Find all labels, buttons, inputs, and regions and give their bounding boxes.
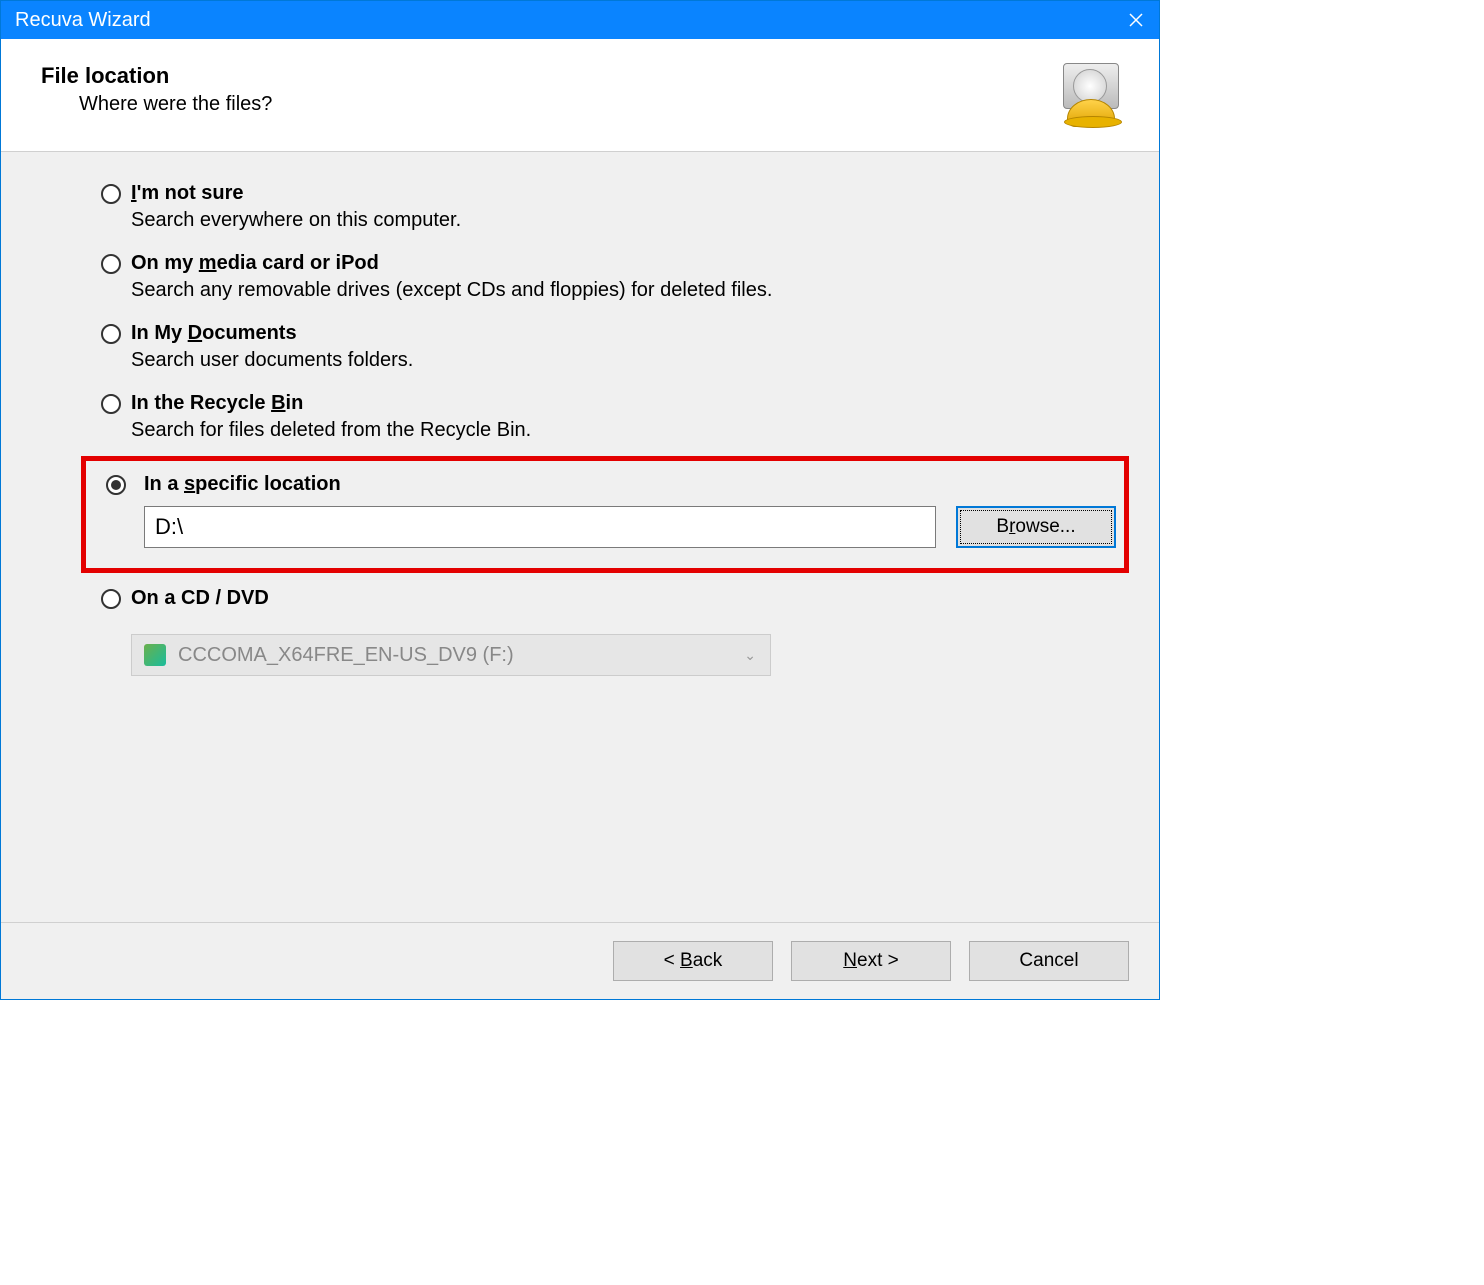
option-recycle[interactable]: In the Recycle Bin Search for files dele…: [31, 386, 1129, 456]
option-media-desc: Search any removable drives (except CDs …: [131, 279, 1129, 302]
close-button[interactable]: [1113, 1, 1159, 39]
content-area: I'm not sure Search everywhere on this c…: [1, 152, 1159, 922]
footer: < Back Next > Cancel: [1, 922, 1159, 999]
app-icon: [1059, 63, 1129, 133]
wizard-window: Recuva Wizard File location Where were t…: [0, 0, 1160, 1000]
radio-specific[interactable]: [106, 475, 126, 495]
disc-icon: [144, 644, 166, 666]
path-row: Browse...: [144, 506, 1116, 548]
option-not-sure[interactable]: I'm not sure Search everywhere on this c…: [31, 176, 1129, 246]
header-text: File location Where were the files?: [41, 63, 272, 116]
wizard-header: File location Where were the files?: [1, 39, 1159, 152]
option-media[interactable]: On my media card or iPod Search any remo…: [31, 246, 1129, 316]
option-media-label: On my media card or iPod: [131, 252, 1129, 275]
option-recycle-desc: Search for files deleted from the Recycl…: [131, 419, 1129, 442]
window-title: Recuva Wizard: [15, 9, 151, 32]
next-button[interactable]: Next >: [791, 941, 951, 981]
drive-combo[interactable]: CCCOMA_X64FRE_EN-US_DV9 (F:) ⌄: [131, 634, 771, 676]
highlight-box: In a specific location Browse...: [81, 456, 1129, 573]
option-cd[interactable]: On a CD / DVD: [31, 581, 1129, 624]
radio-not-sure[interactable]: [101, 184, 121, 204]
browse-button[interactable]: Browse...: [956, 506, 1116, 548]
option-documents-label: In My Documents: [131, 322, 1129, 345]
option-cd-label: On a CD / DVD: [131, 587, 1129, 610]
option-specific-label: In a specific location: [144, 473, 1116, 496]
option-specific[interactable]: In a specific location Browse...: [94, 467, 1116, 552]
radio-media[interactable]: [101, 254, 121, 274]
chevron-down-icon: ⌄: [744, 647, 756, 664]
back-button[interactable]: < Back: [613, 941, 773, 981]
titlebar: Recuva Wizard: [1, 1, 1159, 39]
option-documents[interactable]: In My Documents Search user documents fo…: [31, 316, 1129, 386]
option-not-sure-desc: Search everywhere on this computer.: [131, 209, 1129, 232]
path-input[interactable]: [144, 506, 936, 548]
option-not-sure-label: I'm not sure: [131, 182, 1129, 205]
page-title: File location: [41, 63, 272, 89]
radio-recycle[interactable]: [101, 394, 121, 414]
drive-combo-value: CCCOMA_X64FRE_EN-US_DV9 (F:): [178, 644, 514, 667]
option-recycle-label: In the Recycle Bin: [131, 392, 1129, 415]
page-subtitle: Where were the files?: [79, 93, 272, 116]
close-icon: [1129, 13, 1143, 27]
radio-documents[interactable]: [101, 324, 121, 344]
cancel-button[interactable]: Cancel: [969, 941, 1129, 981]
radio-cd[interactable]: [101, 589, 121, 609]
harddrive-icon: [1059, 63, 1123, 127]
option-documents-desc: Search user documents folders.: [131, 349, 1129, 372]
